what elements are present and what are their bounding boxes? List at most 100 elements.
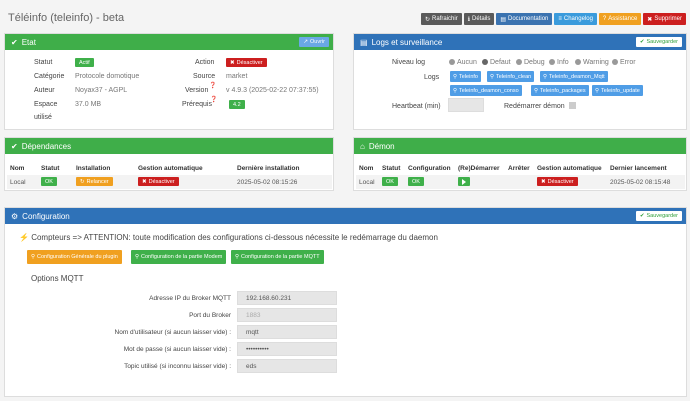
radio-checked-icon <box>482 59 488 66</box>
log-teleinfo-button[interactable]: ⚲ Teleinfo <box>450 71 481 82</box>
external-link-icon: ↗ <box>303 39 309 45</box>
deps-col-last: Dernière installation <box>237 165 300 172</box>
auteur-label: Auteur <box>34 87 55 94</box>
bank-icon: ⌂ <box>360 141 365 151</box>
restart-daemon-label: Redémarrer démon <box>504 103 565 110</box>
details-button[interactable]: ℹ Détails <box>463 13 495 25</box>
statut-badge: Actif <box>75 58 94 67</box>
delete-button[interactable]: ✖ Supprimer <box>643 13 686 25</box>
deps-row-last: 2025-05-02 08:15:26 <box>237 179 298 186</box>
daemon-col-nom: Nom <box>359 165 374 172</box>
deps-header: ✔ Dépendances <box>5 138 333 154</box>
version-help-icon[interactable]: ❓ <box>209 82 216 89</box>
table-row: Local OK ↻ Relancer ✖ Désactiver 2025-05-0… <box>7 175 332 189</box>
categorie-value: Protocole domotique <box>75 73 140 80</box>
deactivate-button[interactable]: ✖ Désactiver <box>226 58 267 67</box>
log-teleinfo-packages-button[interactable]: ⚲ Teleinfo_packages <box>531 85 589 96</box>
daemon-row-last: 2025-05-02 08:15:48 <box>610 179 671 186</box>
prerequis-help-icon[interactable]: ❓ <box>210 96 217 103</box>
deps-col-gestion: Gestion automatique <box>138 165 203 172</box>
daemon-col-stop: Arrêter <box>508 165 530 172</box>
book-icon: ▤ <box>500 16 507 23</box>
trash-icon: ✖ <box>647 16 653 23</box>
level-aucun[interactable]: Aucun <box>449 59 477 66</box>
field-broker-ip-label: Adresse IP du Broker MQTT <box>149 295 231 302</box>
open-button[interactable]: ↗ Ouvrir <box>299 37 329 47</box>
port-input[interactable]: 1883 <box>237 308 337 322</box>
deps-deactivate-button[interactable]: ✖ Désactiver <box>138 177 179 186</box>
statut-label: Statut <box>34 59 53 66</box>
field-username-label: Nom d'utilisateur (si aucun laisser vide… <box>114 329 231 336</box>
top-toolbar: ↻ Rafraichir ℹ Détails ▤ Documentation ≡ Cha… <box>421 13 686 25</box>
deps-panel: ✔ Dépendances Nom Statut Installation Ge… <box>4 137 334 191</box>
refresh-icon: ↻ <box>80 178 85 185</box>
source-label: Source <box>193 73 216 80</box>
refresh-button[interactable]: ↻ Rafraichir <box>421 13 462 25</box>
info-icon: ℹ <box>467 16 470 23</box>
niveau-log-label: Niveau log <box>392 59 426 66</box>
paperclip-icon: ⚲ <box>453 73 458 80</box>
level-warning[interactable]: Warning <box>575 59 609 66</box>
log-teleinfo-update-button[interactable]: ⚲ Teleinfo_update <box>592 85 643 96</box>
tab-mqtt[interactable]: ⚲ Configuration de la partie MQTT <box>231 250 324 264</box>
refresh-icon: ↻ <box>425 16 431 23</box>
check-circle-icon: ✔ <box>11 37 18 47</box>
changelog-button[interactable]: ≡ Changelog <box>554 13 597 25</box>
field-password-label: Mot de passe (si aucun laisser vide) : <box>123 346 231 353</box>
password-input[interactable]: •••••••••• <box>237 342 337 356</box>
check-circle-icon: ✔ <box>11 141 18 151</box>
table-row: Local OK OK ✖ Désactiver 2025-05-02 08:15… <box>356 175 685 189</box>
assistance-button[interactable]: ? Assistance <box>598 13 642 25</box>
source-value: market <box>226 73 248 80</box>
action-label: Action <box>195 59 215 66</box>
espace-label: Espace <box>34 101 58 108</box>
close-icon: ✖ <box>541 178 546 185</box>
documentation-button[interactable]: ▤ Documentation <box>496 13 553 25</box>
close-icon: ✖ <box>142 178 147 185</box>
paperclip-icon: ⚲ <box>135 254 140 260</box>
topic-input[interactable]: eds <box>237 359 337 373</box>
etat-header: ✔ Etat ↗ Ouvrir <box>5 34 333 50</box>
list-icon: ≡ <box>558 16 562 22</box>
config-panel: ⚙ Configuration ✔ Sauvegarder ⚡ Compteurs… <box>4 207 687 397</box>
daemon-deactivate-button[interactable]: ✖ Désactiver <box>537 177 578 186</box>
level-error[interactable]: Error <box>612 59 636 66</box>
deps-status-badge: OK <box>41 177 57 186</box>
tab-general[interactable]: ⚲ Configuration Générale du plugin <box>27 250 122 264</box>
restart-daemon-checkbox[interactable] <box>569 102 576 109</box>
paperclip-icon: ⚲ <box>453 87 458 94</box>
prerequis-badge: 4.2 <box>229 100 245 109</box>
log-teleinfo-deamon-mqtt-button[interactable]: ⚲ Teleinfo_deamon_Mqtt <box>540 71 608 82</box>
logs-header: ▤ Logs et surveillance ✔ Sauvegarder <box>354 34 686 50</box>
page-title: Téléinfo (teleinfo) - beta <box>8 12 125 24</box>
play-icon <box>462 178 466 185</box>
level-debug[interactable]: Debug <box>516 59 545 66</box>
heartbeat-label: Heartbeat (min) <box>392 103 441 110</box>
help-icon: ? <box>602 16 607 22</box>
radio-icon <box>449 59 455 66</box>
log-teleinfo-deamon-conso-button[interactable]: ⚲ Teleinfo_deamon_conso <box>450 85 522 96</box>
prerequis-label: Prérequis <box>182 101 212 108</box>
username-input[interactable]: mqtt <box>237 325 337 339</box>
logs-save-button[interactable]: ✔ Sauvegarder <box>635 37 682 47</box>
tab-modem[interactable]: ⚲ Configuration de la partie Modem <box>131 250 227 264</box>
check-icon: ✔ <box>639 39 645 45</box>
daemon-status-badge: OK <box>382 177 398 186</box>
espace-label-2: utilisé <box>34 114 52 121</box>
level-info[interactable]: Info <box>549 59 569 66</box>
categorie-label: Catégorie <box>34 73 65 80</box>
heartbeat-input[interactable] <box>448 98 484 112</box>
broker-ip-input[interactable]: 192.168.60.231 <box>237 291 337 305</box>
start-daemon-button[interactable] <box>458 177 470 186</box>
close-icon: ✖ <box>230 59 235 66</box>
config-save-button[interactable]: ✔ Sauvegarder <box>635 211 682 221</box>
log-teleinfo-clean-button[interactable]: ⚲ Teleinfo_clean <box>487 71 535 82</box>
paperclip-icon: ⚲ <box>31 254 36 260</box>
bolt-icon: ⚡ <box>19 233 32 242</box>
version-value: v 4.9.3 (2025-02-22 07:37:55) <box>226 87 319 94</box>
daemon-col-gestion: Gestion automatique <box>537 165 602 172</box>
paperclip-icon: ⚲ <box>595 87 600 94</box>
espace-value: 37.0 MB <box>75 101 102 108</box>
level-defaut[interactable]: Defaut <box>482 59 511 66</box>
relaunch-button[interactable]: ↻ Relancer <box>76 177 113 186</box>
